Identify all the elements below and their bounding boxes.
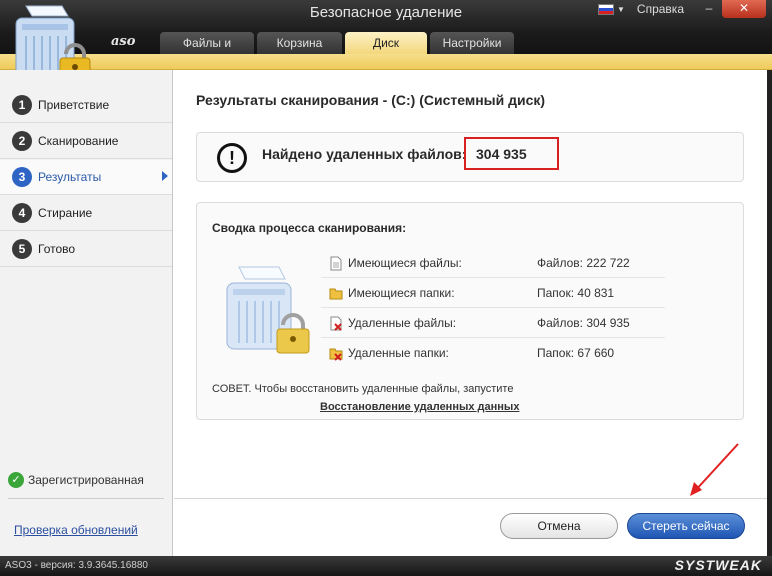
- status-bar: ASO3 - версия: 3.9.3645.16880 SYSTWEAK: [0, 556, 772, 576]
- found-count: 304 935: [476, 146, 527, 162]
- cancel-button[interactable]: Отмена: [500, 513, 618, 539]
- check-updates-link[interactable]: Проверка обновлений: [14, 523, 138, 537]
- registration-label: Зарегистрированная: [28, 473, 144, 487]
- stat-label: Имеющиеся папки:: [348, 286, 455, 300]
- erase-now-button[interactable]: Стереть сейчас: [627, 513, 745, 539]
- check-icon: ✓: [8, 472, 24, 488]
- document-icon: [330, 256, 342, 271]
- steps-sidebar: 1 Приветствие 2 Сканирование 3 Результат…: [0, 70, 173, 556]
- language-flag-icon[interactable]: [598, 3, 614, 15]
- step-done[interactable]: 5 Готово: [0, 232, 172, 267]
- stat-label: Удаленные папки:: [348, 346, 449, 360]
- version-label: ASO3 - версия: 3.9.3645.16880: [5, 560, 148, 571]
- registration-status: ✓ Зарегистрированная: [0, 470, 172, 490]
- step-welcome[interactable]: 1 Приветствие: [0, 88, 172, 123]
- divider: [8, 498, 164, 499]
- close-button[interactable]: ✕: [722, 0, 766, 18]
- deleted-file-icon: [330, 316, 342, 331]
- found-summary-box: ! Найдено удаленных файлов: 304 935: [196, 132, 744, 182]
- stat-row-deleted-folders: Удаленные папки: Папок: 67 660: [321, 338, 665, 368]
- stat-row-deleted-files: Удаленные файлы: Файлов: 304 935: [321, 308, 665, 338]
- step-number: 2: [12, 131, 32, 151]
- stat-value: Файлов: 304 935: [537, 316, 630, 330]
- tab-files-folders[interactable]: Файлы и папки: [160, 32, 254, 72]
- deleted-folder-icon: [329, 348, 343, 361]
- stat-row-existing-files: Имеющиеся файлы: Файлов: 222 722: [321, 248, 665, 278]
- step-scanning[interactable]: 2 Сканирование: [0, 124, 172, 159]
- stat-value: Папок: 40 831: [537, 286, 615, 300]
- main-tabs: Файлы и папки Корзина Диск Настройки: [160, 32, 517, 72]
- window-controls: ▼ Справка – ✕: [598, 0, 766, 18]
- tab-settings[interactable]: Настройки: [430, 32, 514, 54]
- scan-summary-box: Сводка процесса сканирования: Имеющиеся …: [196, 202, 744, 420]
- step-number: 3: [12, 167, 32, 187]
- exclamation-icon: !: [217, 143, 247, 173]
- divider: [174, 498, 767, 499]
- tab-recycle-bin[interactable]: Корзина: [257, 32, 342, 54]
- step-label: Сканирование: [38, 134, 119, 148]
- language-dropdown-icon[interactable]: ▼: [617, 5, 625, 14]
- tip-text: СОВЕТ. Чтобы восстановить удаленные файл…: [212, 383, 514, 395]
- help-link[interactable]: Справка: [637, 2, 684, 16]
- summary-title: Сводка процесса сканирования:: [212, 221, 407, 235]
- tab-disk[interactable]: Диск: [345, 32, 427, 54]
- step-number: 5: [12, 239, 32, 259]
- minimize-button[interactable]: –: [696, 0, 722, 18]
- step-results[interactable]: 3 Результаты: [0, 160, 172, 195]
- shredder-lock-icon: [226, 266, 310, 354]
- stat-value: Папок: 67 660: [537, 346, 615, 360]
- stat-label: Имеющиеся файлы:: [348, 256, 462, 270]
- step-number: 1: [12, 95, 32, 115]
- header-accent-bar: [0, 54, 772, 70]
- step-label: Приветствие: [38, 98, 110, 112]
- stat-label: Удаленные файлы:: [348, 316, 457, 330]
- red-pointer-arrow-icon: [690, 443, 739, 496]
- step-label: Результаты: [38, 170, 102, 184]
- step-label: Готово: [38, 242, 76, 256]
- step-number: 4: [12, 203, 32, 223]
- results-panel: Результаты сканирования - (C:) (Системны…: [174, 70, 767, 556]
- window-border: [767, 70, 772, 556]
- current-step-arrow-icon: [162, 171, 168, 181]
- stat-value: Файлов: 222 722: [537, 256, 630, 270]
- app-logo-text: aso: [111, 34, 136, 49]
- step-erasing[interactable]: 4 Стирание: [0, 196, 172, 231]
- systweak-logo: SYSTWEAK: [674, 557, 762, 573]
- data-recovery-link[interactable]: Восстановление удаленных данных: [320, 401, 519, 413]
- step-label: Стирание: [38, 206, 93, 220]
- folder-icon: [329, 288, 343, 300]
- stat-row-existing-folders: Имеющиеся папки: Папок: 40 831: [321, 278, 665, 308]
- page-title: Результаты сканирования - (C:) (Системны…: [196, 92, 546, 108]
- found-label: Найдено удаленных файлов:: [262, 146, 467, 162]
